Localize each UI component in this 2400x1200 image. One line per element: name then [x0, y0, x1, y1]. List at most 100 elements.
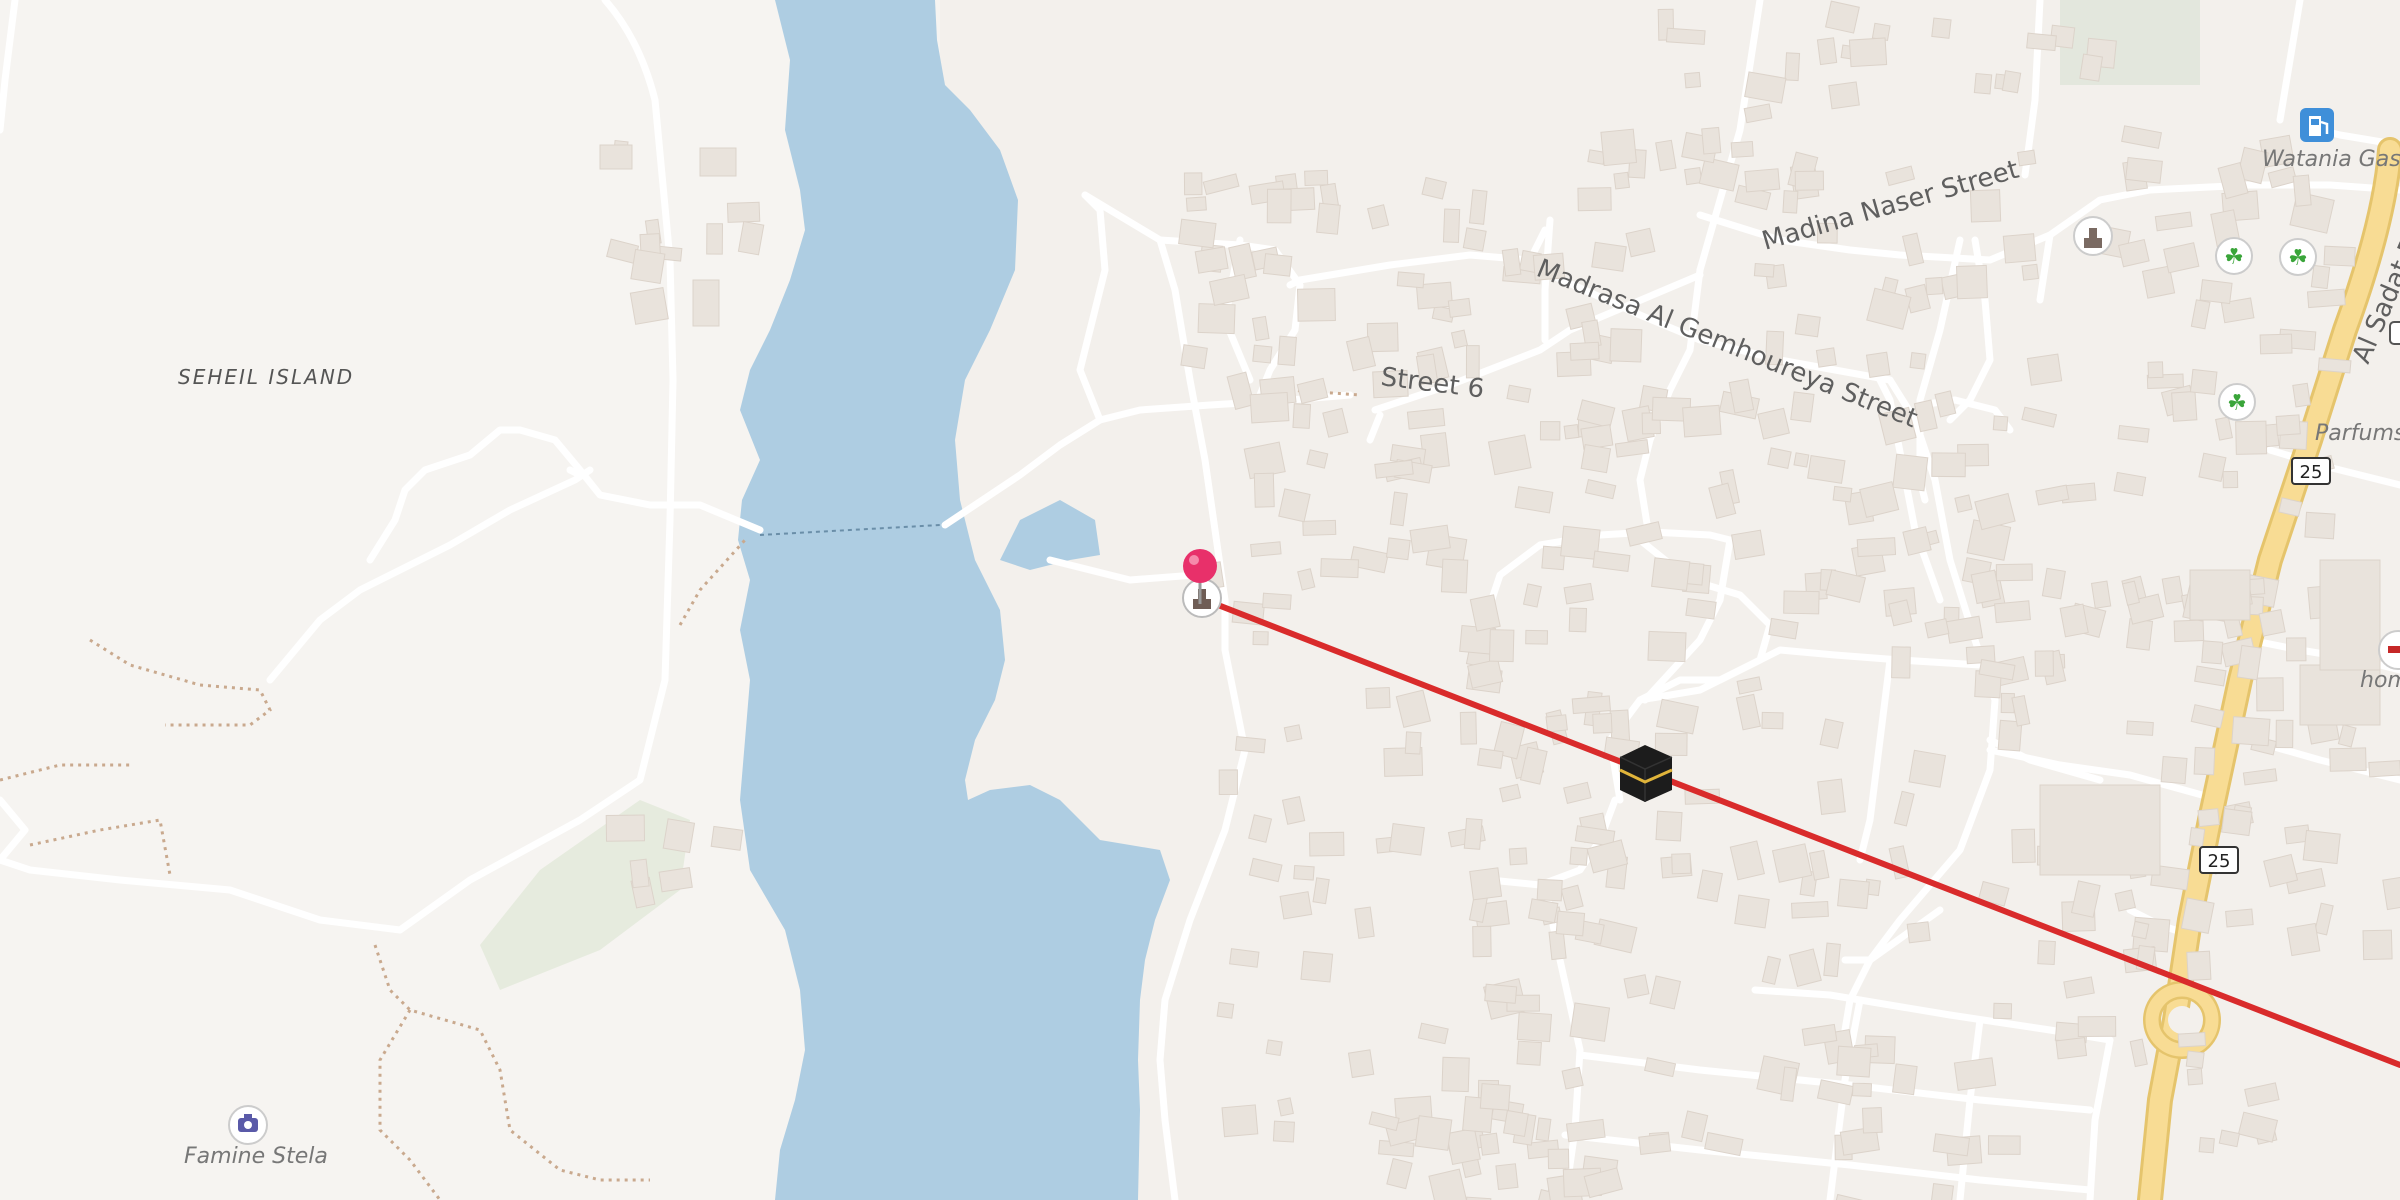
building: [1929, 1183, 1955, 1200]
building: [2310, 264, 2331, 290]
building: [1784, 52, 1801, 82]
building: [1671, 853, 1692, 875]
building: [1459, 711, 1478, 745]
building: [2001, 70, 2022, 94]
running-icon[interactable]: ☘: [2279, 238, 2317, 276]
building: [1925, 276, 1944, 296]
building: [1954, 494, 1973, 513]
building: [1535, 1117, 1552, 1142]
building: [1757, 407, 1790, 440]
building: [2186, 1068, 2204, 1086]
monument-icon[interactable]: [1182, 578, 1222, 618]
building: [2323, 245, 2356, 267]
building: [1891, 1063, 1918, 1096]
building: [1731, 529, 1766, 561]
building: [2225, 908, 2254, 928]
building: [1293, 864, 1315, 881]
building: [1354, 906, 1375, 939]
building: [1221, 1104, 1259, 1138]
building: [2317, 357, 2352, 374]
building: [1994, 600, 2031, 624]
building: [1536, 878, 1563, 902]
building: [2302, 829, 2341, 865]
building: [2221, 808, 2253, 837]
building: [1837, 878, 1870, 910]
building: [1414, 1115, 1453, 1151]
building: [1501, 248, 1522, 277]
building: [629, 286, 669, 325]
monument-icon[interactable]: [2073, 216, 2113, 256]
building: [2329, 747, 2367, 772]
building: [1987, 1135, 2021, 1155]
camera-icon[interactable]: [228, 1105, 268, 1145]
building: [1782, 190, 1799, 214]
fuel-station-icon[interactable]: [2300, 108, 2334, 142]
building: [1807, 455, 1846, 484]
building: [1767, 447, 1792, 469]
building: [1865, 351, 1891, 379]
building: [2319, 559, 2381, 671]
map-canvas[interactable]: Madina Naser Street Madrasa Al Gemhourey…: [0, 0, 2400, 1200]
building: [1229, 948, 1260, 968]
building: [1472, 925, 1492, 958]
building: [1790, 391, 1815, 423]
building: [1638, 1133, 1672, 1156]
building: [1545, 714, 1568, 733]
building: [2255, 677, 2284, 712]
building: [1252, 630, 1269, 646]
building: [1365, 686, 1391, 709]
building: [1794, 170, 1825, 191]
building: [1477, 747, 1504, 769]
building: [658, 867, 693, 893]
map-svg[interactable]: Madina Naser Street Madrasa Al Gemhourey…: [0, 0, 2400, 1200]
building: [1817, 778, 1846, 816]
building: [2201, 640, 2224, 665]
poi-label-famine-stela[interactable]: Famine Stela: [184, 1144, 328, 1169]
building: [1569, 846, 1589, 866]
svg-text:☘: ☘: [2288, 246, 2308, 271]
poi-label-hom[interactable]: hom: [2360, 668, 2400, 693]
building: [1320, 558, 1359, 579]
building: [1396, 271, 1425, 289]
building: [1548, 930, 1567, 961]
building: [1600, 128, 1638, 167]
running-icon[interactable]: ☘: [2215, 237, 2253, 275]
building: [1279, 891, 1313, 920]
building: [2090, 580, 2112, 609]
building: [1547, 1148, 1570, 1170]
building: [1183, 172, 1203, 196]
building: [662, 818, 696, 854]
building: [1446, 1127, 1481, 1166]
kaaba-icon[interactable]: [1619, 745, 1673, 802]
building: [1761, 711, 1784, 730]
running-icon[interactable]: ☘: [2218, 383, 2256, 421]
poi-label-watania-gas[interactable]: Watania Gas: [2262, 147, 2400, 172]
building: [1404, 731, 1422, 755]
building: [2199, 279, 2233, 305]
building: [1655, 810, 1683, 842]
building: [1441, 1056, 1470, 1093]
svg-text:25: 25: [2208, 851, 2231, 872]
building: [1409, 524, 1451, 554]
building: [1388, 823, 1425, 856]
building: [1447, 297, 1472, 318]
building: [1824, 0, 1860, 34]
building: [2011, 828, 2036, 864]
poi-label-parfums[interactable]: Parfums: [2315, 421, 2400, 446]
building: [1253, 472, 1275, 508]
building: [1366, 322, 1399, 353]
building: [1932, 1133, 1971, 1157]
poi-edge-icon[interactable]: [2389, 321, 2400, 345]
building: [1218, 769, 1238, 796]
building: [1665, 27, 1706, 45]
building: [2218, 1129, 2241, 1148]
building: [1577, 187, 1612, 212]
building: [1592, 712, 1613, 734]
building: [726, 201, 761, 223]
building: [2197, 808, 2220, 828]
building: [2077, 1016, 2117, 1038]
building: [1479, 1132, 1500, 1156]
building: [2292, 382, 2311, 408]
building: [1216, 1001, 1235, 1019]
building: [1861, 1107, 1883, 1134]
